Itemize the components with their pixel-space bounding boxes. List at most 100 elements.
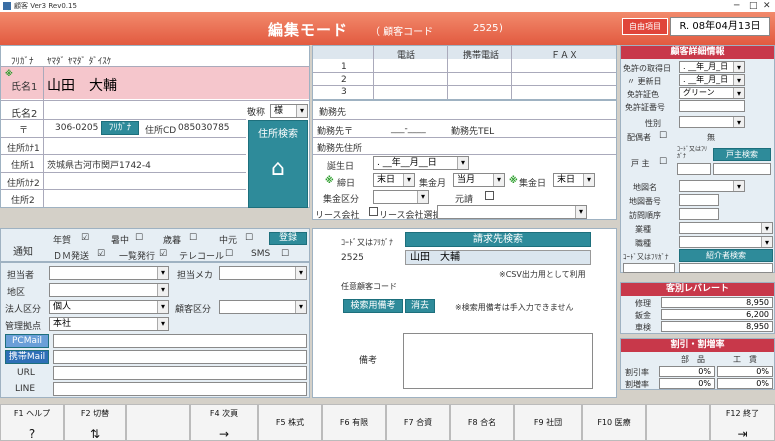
remarks-textarea[interactable] — [403, 333, 593, 389]
f6-yugen-button[interactable]: F6 有限 — [322, 404, 386, 441]
ikkatsu-checkbox[interactable]: ☑ — [159, 249, 167, 259]
lease-check-label: リース会社選択 — [379, 211, 442, 221]
zip-value[interactable]: 306-0205 — [55, 123, 98, 133]
lease-select[interactable] — [437, 205, 587, 219]
position-select[interactable] — [679, 236, 773, 248]
visit-label: 訪問順序 — [629, 211, 661, 220]
collect-day-select[interactable]: 末日 — [553, 173, 595, 187]
referrer-name-input[interactable] — [679, 263, 773, 273]
household-checkbox[interactable]: ☐ — [659, 157, 667, 167]
nengajo-checkbox[interactable]: ☑ — [81, 233, 89, 243]
gender-select[interactable] — [679, 116, 745, 128]
maximize-icon[interactable]: □ — [749, 0, 758, 12]
f10-iryo-button[interactable]: F10 医療 — [582, 404, 646, 441]
dm-checkbox[interactable]: ☑ — [97, 249, 105, 259]
minimize-icon[interactable]: ─ — [734, 0, 739, 12]
surcharge-parts[interactable]: 0% — [659, 378, 715, 389]
honorific-select[interactable]: 様 — [270, 104, 308, 118]
area-select[interactable] — [49, 283, 169, 297]
mode-title: 編集モード — [268, 21, 349, 39]
exit-icon: ⇥ — [737, 427, 748, 441]
household-search-button[interactable]: 戸主検索 — [713, 148, 771, 161]
cust-type-select[interactable] — [219, 300, 307, 314]
license-no-input[interactable] — [679, 100, 745, 112]
visit-input[interactable] — [679, 208, 719, 220]
surcharge-labor[interactable]: 0% — [717, 378, 773, 389]
tanto-maker-select[interactable] — [219, 266, 307, 280]
collect-type-select[interactable] — [373, 190, 429, 204]
f1-help-button[interactable]: F1 ヘルプ? — [0, 404, 64, 441]
line-input[interactable] — [53, 382, 307, 396]
f7-goshi-button[interactable]: F7 合資 — [386, 404, 450, 441]
lease-checkbox[interactable] — [369, 207, 378, 216]
rebate-repair-value[interactable]: 8,950 — [661, 297, 773, 308]
mobile-mail-button[interactable]: 携帯Mail — [5, 350, 49, 364]
billing-code-value[interactable]: 2525 — [341, 253, 364, 263]
tanto-label: 担当者 — [7, 271, 35, 281]
work-zip-value[interactable]: ___-____ — [391, 124, 426, 134]
renew-input[interactable]: . __年_月_日 — [679, 74, 745, 86]
discount-labor[interactable]: 0% — [717, 366, 773, 377]
map-name-select[interactable] — [679, 180, 745, 192]
f11-button[interactable] — [646, 404, 710, 441]
seibo-label: 歳暮 — [163, 236, 182, 246]
birthday-input[interactable]: . __年__月__日 — [373, 156, 469, 170]
seibo-checkbox[interactable]: ☐ — [189, 233, 197, 243]
f8-gomei-button[interactable]: F8 合名 — [450, 404, 514, 441]
address-search-button[interactable]: 住所検索 ⌂ — [248, 120, 308, 208]
spouse-label: 配偶者 — [627, 133, 651, 142]
memo-search-button[interactable]: 検索用備考 — [343, 299, 403, 313]
sms-checkbox[interactable]: ☐ — [281, 249, 289, 259]
referrer-search-button[interactable]: 紹介者検索 — [679, 249, 773, 262]
f3-button[interactable] — [126, 404, 190, 441]
spouse-checkbox[interactable]: ☐ — [659, 131, 667, 141]
notify-panel: 通知 年賀 ☑ 暑中 ☐ 歳暮 ☐ 中元 ☐ 登録 ＤＭ発送 ☑ 一覧発行 ☑ テレコール ☐… — [0, 228, 310, 262]
register-button[interactable]: 登録 — [269, 232, 307, 245]
cust-type-label: 顧客区分 — [175, 305, 212, 315]
furigana-button[interactable]: ﾌﾘｶﾞﾅ — [101, 121, 139, 135]
chugen-checkbox[interactable]: ☐ — [245, 233, 253, 243]
clear-button[interactable]: 消去 — [405, 299, 435, 313]
tanto-select[interactable] — [49, 266, 169, 280]
any-code-label: 任意顧客コード — [341, 282, 397, 291]
discount-rate-label: 割引率 — [625, 368, 649, 377]
household-name-input[interactable] — [713, 163, 771, 175]
rebate-panel: 客別レバレート 修理 8,950 鈑金 6,200 車検 8,950 — [620, 282, 775, 334]
f4-next-button[interactable]: F4 次頁 → — [190, 404, 258, 441]
collect-month-select[interactable]: 当月 — [453, 173, 505, 187]
home-icon: ⌂ — [271, 156, 285, 181]
rebate-sheet-value[interactable]: 6,200 — [661, 309, 773, 320]
addr-cd-value[interactable]: 085030785 — [178, 123, 230, 133]
close-day-select[interactable]: 末日 — [373, 173, 415, 187]
f9-shadan-button[interactable]: F9 社団 — [514, 404, 582, 441]
origin-checkbox[interactable] — [485, 191, 494, 200]
rebate-inspect-value[interactable]: 8,950 — [661, 321, 773, 332]
household-code-input[interactable] — [677, 163, 711, 175]
code-label: （ 顧客コード — [370, 27, 434, 38]
staff-panel: 担当者 担当メカ 地区 法人区分 個人 顧客区分 管理拠点 本社 PCMail … — [0, 262, 310, 398]
f2-switch-button[interactable]: F2 切替 ⇅ — [64, 404, 126, 441]
store-select[interactable]: 本社 — [49, 317, 169, 331]
map-no-input[interactable] — [679, 194, 719, 206]
addr1-value[interactable]: 茨城県古河市関戸1742-4 — [47, 158, 151, 171]
url-input[interactable] — [53, 366, 307, 380]
pcmail-button[interactable]: PCMail — [5, 334, 49, 348]
shochu-checkbox[interactable]: ☐ — [135, 233, 143, 243]
pcmail-input[interactable] — [53, 334, 307, 348]
f12-exit-button[interactable]: F12 終了 ⇥ — [710, 404, 775, 441]
mobile-mail-input[interactable] — [53, 350, 307, 364]
name1-value[interactable]: 山田 大輔 — [47, 75, 117, 95]
license-date-input[interactable]: . __年_月_日 — [679, 61, 745, 73]
billing-search-button[interactable]: 請求先検索 — [405, 232, 591, 247]
job-select[interactable] — [679, 222, 773, 234]
telecall-checkbox[interactable]: ☐ — [225, 249, 233, 259]
gender-label: 性別 — [645, 119, 661, 128]
close-icon[interactable]: ✕ — [763, 0, 771, 12]
f5-kabushiki-button[interactable]: F5 株式 — [258, 404, 322, 441]
address-search-label: 住所検索 — [258, 129, 298, 140]
license-color-select[interactable]: グリーン — [679, 87, 745, 99]
corp-select[interactable]: 個人 — [49, 300, 169, 314]
free-item-button[interactable]: 自由項目 — [622, 18, 668, 35]
discount-parts[interactable]: 0% — [659, 366, 715, 377]
referrer-code-input[interactable] — [623, 263, 675, 273]
